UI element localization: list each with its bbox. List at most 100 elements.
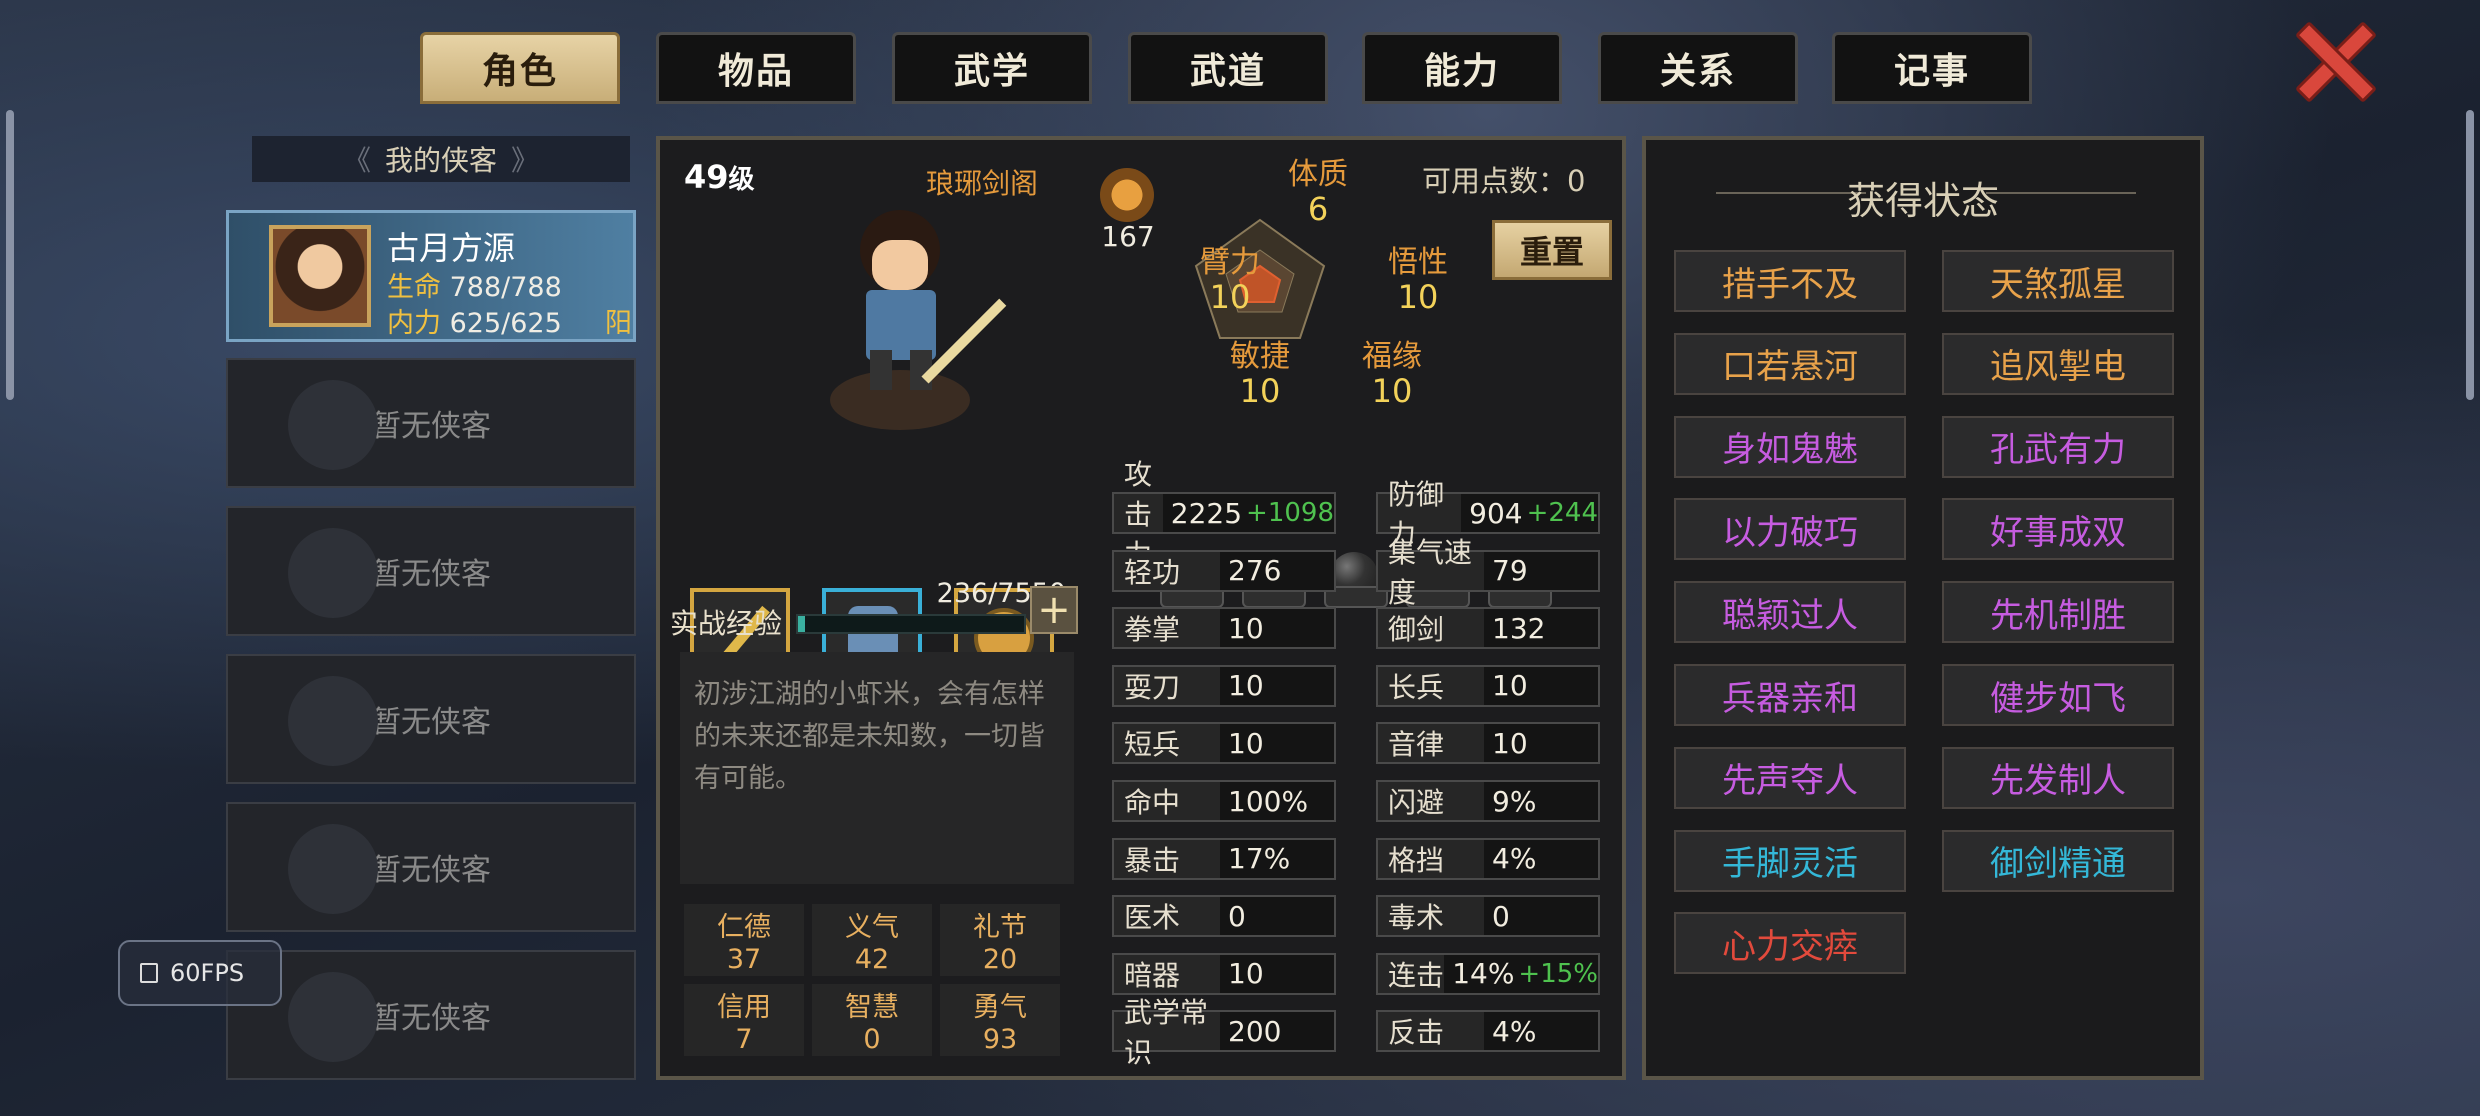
stat-value: 10	[1492, 726, 1528, 760]
left-scrollbar[interactable]	[6, 110, 14, 400]
power-icon	[1100, 168, 1154, 222]
stat-right-4: 音律 10	[1376, 722, 1600, 765]
status-item[interactable]: 措手不及	[1674, 250, 1906, 312]
yang-tag: 阳	[605, 308, 632, 339]
right-scrollbar[interactable]	[2466, 110, 2474, 400]
stat-value: 79	[1492, 554, 1528, 588]
stat-value: 276	[1228, 554, 1282, 588]
status-item[interactable]: 天煞孤星	[1942, 250, 2174, 312]
stat-label: 医术	[1114, 897, 1220, 936]
stat-right-1: 集气速度 79	[1376, 536, 1600, 609]
stat-value: 100%	[1228, 784, 1309, 818]
add-exp-button[interactable]: +	[1030, 586, 1078, 634]
stat-label: 防御力	[1378, 478, 1462, 551]
silhouette-icon	[288, 528, 378, 618]
close-icon[interactable]	[2290, 18, 2370, 98]
stat-value: 0	[1228, 899, 1246, 933]
reset-button[interactable]: 重置	[1492, 220, 1612, 280]
character-panel: 49级 琅琊剑阁 167 体质 6 臂力 10 悟性 10 敏捷 10 福缘 10 可用点…	[656, 136, 1626, 1080]
stat-label: 毒术	[1378, 897, 1484, 936]
tab-character[interactable]: 角色	[420, 32, 620, 104]
fps-counter: 60FPS	[118, 940, 282, 1006]
virtue-zhihui: 智慧 0	[812, 984, 932, 1056]
silhouette-icon	[288, 824, 378, 914]
stat-left-0: 攻击力2225+1098	[1112, 458, 1336, 571]
stat-value: 17%	[1228, 842, 1291, 876]
stat-value: 14%	[1452, 957, 1515, 991]
stat-value: 4%	[1492, 1014, 1537, 1048]
empty-slot-label: 暂无侠客	[371, 557, 491, 592]
status-item[interactable]: 聪颖过人	[1674, 581, 1906, 644]
fps-label: 60FPS	[170, 959, 245, 987]
tab-martial-arts[interactable]: 武学	[892, 32, 1092, 104]
status-item[interactable]: 兵器亲和	[1674, 664, 1906, 726]
hero-card[interactable]: 古月方源 生命 788/788 内力 625/625 阳	[226, 210, 636, 342]
attr-fuyuan: 福缘 10	[1362, 339, 1422, 410]
tab-journal[interactable]: 记事	[1832, 32, 2032, 104]
stat-right-9: 反击 4%	[1376, 1010, 1600, 1053]
hp-label: 生命	[387, 272, 441, 303]
stat-value: 200	[1228, 1014, 1282, 1048]
tab-martial-way[interactable]: 武道	[1128, 32, 1328, 104]
stat-right-5: 闪避 9%	[1376, 780, 1600, 822]
stat-right-8: 连击 14% +15%	[1376, 952, 1600, 995]
mp-value: 625/625	[449, 308, 562, 339]
empty-slot[interactable]: 暂无侠客	[226, 950, 636, 1080]
status-item[interactable]: 身如鬼魅	[1674, 415, 1906, 478]
virtue-xinyong: 信用 7	[684, 984, 804, 1056]
stat-right-7: 毒术 0	[1376, 895, 1600, 938]
hero-name: 古月方源	[387, 229, 516, 267]
status-item[interactable]: 好事成双	[1942, 498, 2174, 561]
virtue-yiqi: 义气 42	[812, 904, 932, 976]
stat-label: 命中	[1114, 782, 1220, 820]
stat-left-6: 暴击 17%	[1112, 837, 1336, 880]
stat-label: 连击	[1378, 954, 1445, 993]
status-item[interactable]: 御剑精通	[1942, 829, 2174, 892]
status-item[interactable]: 口若悬河	[1674, 332, 1906, 395]
status-item[interactable]: 以力破巧	[1674, 498, 1906, 561]
stat-label: 御剑	[1378, 609, 1484, 648]
status-item[interactable]: 手脚灵活	[1674, 829, 1906, 892]
virtue-yongqi: 勇气 93	[940, 984, 1060, 1056]
status-item[interactable]: 心力交瘁	[1674, 912, 1906, 975]
empty-slot[interactable]: 暂无侠客	[226, 802, 636, 932]
chevron-right-icon: 》	[511, 144, 540, 177]
stat-label: 暗器	[1114, 954, 1220, 993]
virtue-rende: 仁德 37	[684, 904, 804, 976]
stat-left-1: 轻功 276	[1112, 549, 1336, 592]
stat-label: 音律	[1378, 724, 1484, 763]
stat-value: 10	[1492, 669, 1528, 703]
empty-slot[interactable]: 暂无侠客	[226, 654, 636, 784]
stat-label: 长兵	[1378, 666, 1484, 705]
status-item[interactable]: 健步如飞	[1942, 664, 2174, 726]
stat-left-8: 暗器 10	[1112, 952, 1336, 995]
tab-relations[interactable]: 关系	[1598, 32, 1798, 104]
stat-right-2: 御剑 132	[1376, 607, 1600, 650]
stat-value: 0	[1492, 899, 1510, 933]
attr-minjie: 敏捷 10	[1230, 339, 1290, 410]
available-points-value: 0	[1567, 164, 1586, 198]
stat-label: 闪避	[1378, 782, 1484, 820]
stat-left-2: 拳掌 10	[1112, 607, 1336, 650]
stat-value: 2225	[1170, 496, 1243, 530]
tab-items[interactable]: 物品	[656, 32, 856, 104]
status-item[interactable]: 先声夺人	[1674, 746, 1906, 809]
status-item[interactable]: 先发制人	[1942, 746, 2174, 809]
stat-right-0: 防御力 904 +244	[1376, 478, 1600, 551]
status-title: 获得状态	[1846, 179, 1999, 223]
available-points-label: 可用点数：	[1422, 164, 1568, 198]
status-item[interactable]: 孔武有力	[1942, 415, 2174, 478]
tab-abilities[interactable]: 能力	[1362, 32, 1562, 104]
attr-wuxing: 悟性 10	[1388, 245, 1448, 316]
stat-right-3: 长兵 10	[1376, 664, 1600, 707]
empty-slot[interactable]: 暂无侠客	[226, 358, 636, 488]
stat-left-4: 短兵 10	[1112, 722, 1336, 765]
level-number: 49	[684, 158, 729, 196]
status-item[interactable]: 先机制胜	[1942, 581, 2174, 644]
status-item[interactable]: 追风掣电	[1942, 332, 2174, 395]
stat-value: 10	[1228, 611, 1264, 645]
empty-slot[interactable]: 暂无侠客	[226, 506, 636, 636]
stat-value: 4%	[1492, 842, 1537, 876]
stat-label: 拳掌	[1114, 609, 1220, 648]
status-panel: 获得状态 措手不及 天煞孤星 口若悬河 追风掣电 身如鬼魅 孔武有力 以力破巧 好事成双 聪颖过…	[1642, 136, 2204, 1080]
